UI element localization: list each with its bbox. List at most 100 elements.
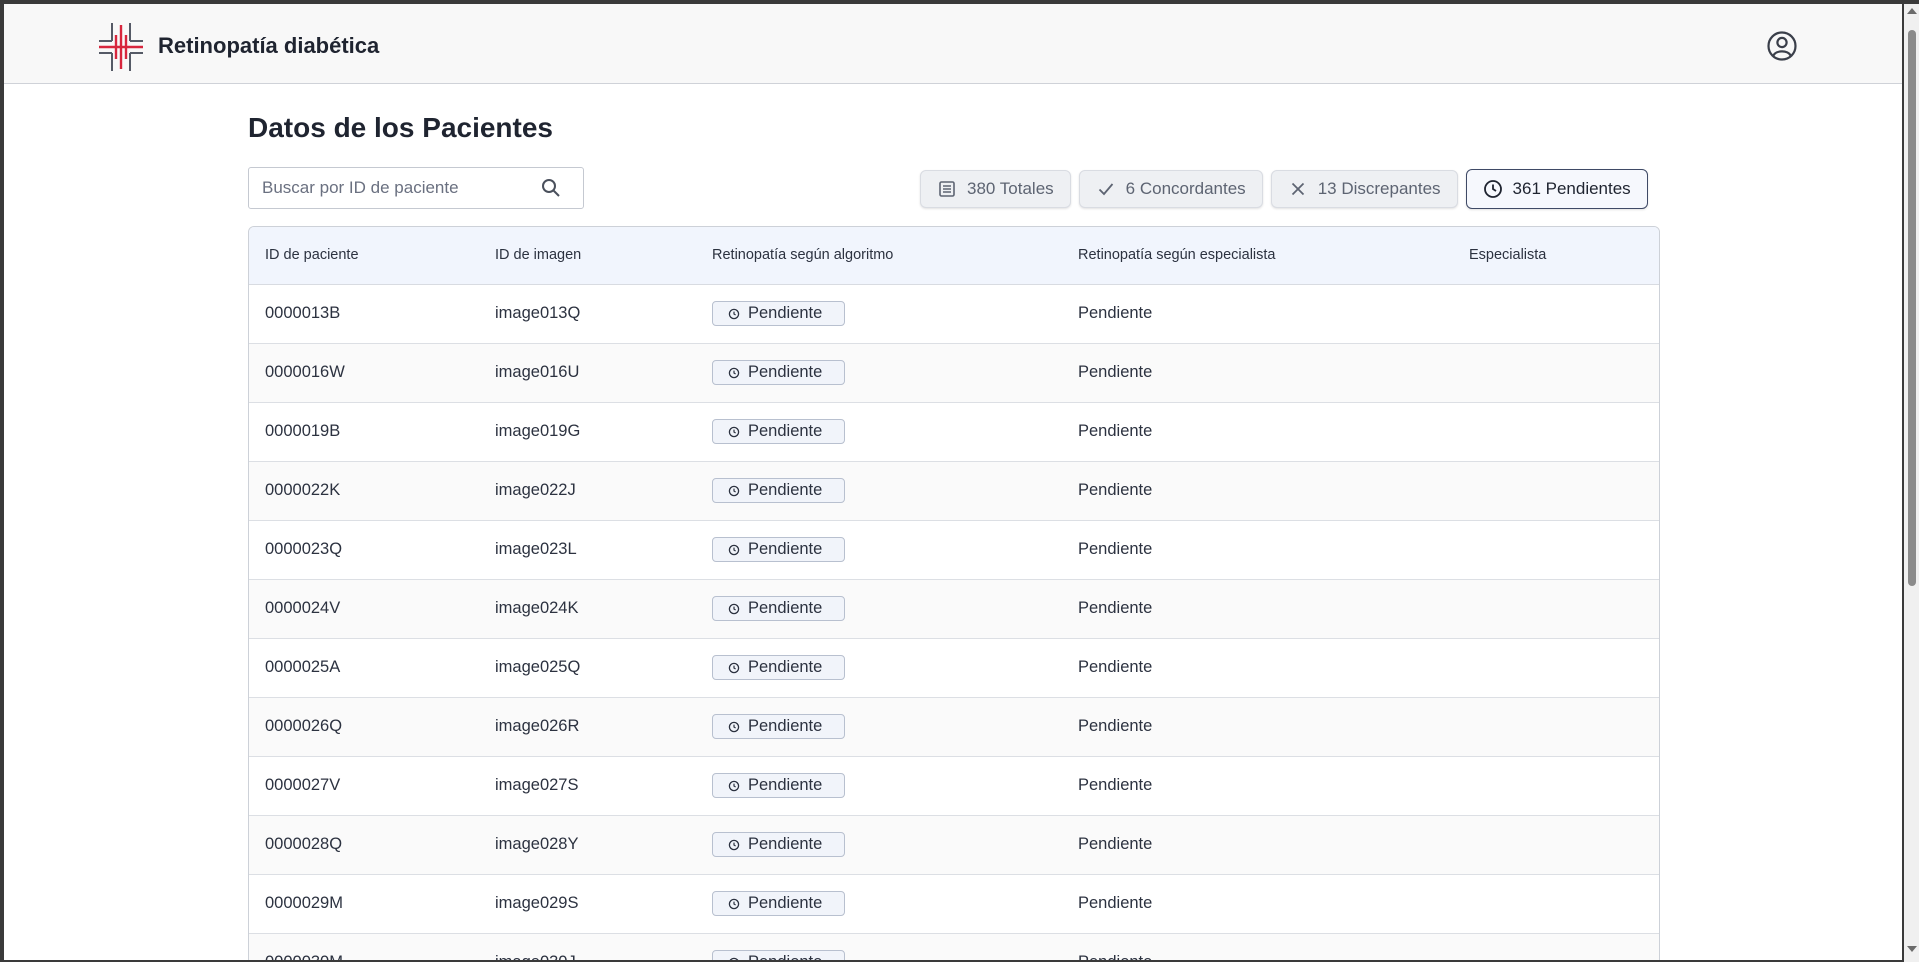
filter-pendientes-button[interactable]: 361 Pendientes bbox=[1465, 169, 1648, 209]
specialist-cell bbox=[1453, 343, 1659, 403]
table-row[interactable]: 0000013B image013Q Pendiente Pendiente bbox=[249, 284, 1659, 344]
table-row[interactable]: 0000024V image024K Pendiente Pendiente bbox=[249, 579, 1659, 639]
clock-icon bbox=[728, 426, 740, 437]
status-badge: Pendiente bbox=[712, 832, 845, 857]
specialist-cell bbox=[1453, 933, 1659, 960]
algorithm-cell: Pendiente bbox=[696, 638, 1062, 698]
scrollbar-thumb[interactable] bbox=[1908, 30, 1916, 586]
clock-icon bbox=[728, 603, 740, 614]
status-badge: Pendiente bbox=[712, 714, 845, 739]
specialist-result-cell: Pendiente bbox=[1062, 874, 1453, 934]
image-id-cell: image026R bbox=[479, 697, 696, 757]
clock-icon bbox=[729, 957, 739, 960]
image-id-cell: image023L bbox=[479, 520, 696, 580]
patient-id-cell: 0000027V bbox=[249, 756, 479, 816]
specialist-cell bbox=[1453, 815, 1659, 875]
table-row[interactable]: 0000028Q image028Y Pendiente Pendiente bbox=[249, 815, 1659, 875]
filter-totales-label: 380 Totales bbox=[967, 179, 1054, 198]
specialist-result-cell: Pendiente bbox=[1062, 284, 1453, 344]
app-window: Retinopatía diabética Datos de los Pacie… bbox=[4, 4, 1902, 960]
specialist-result-cell: Pendiente bbox=[1062, 343, 1453, 403]
patient-id-cell: 0000016W bbox=[249, 343, 479, 403]
algorithm-cell: Pendiente bbox=[696, 697, 1062, 757]
search-box bbox=[248, 167, 584, 209]
status-badge-label: Pendiente bbox=[748, 422, 823, 440]
column-header-patient-id[interactable]: ID de paciente bbox=[249, 227, 479, 285]
column-header-algorithm[interactable]: Retinopatía según algoritmo bbox=[696, 227, 1062, 285]
specialist-result-cell: Pendiente bbox=[1062, 461, 1453, 521]
patient-id-cell: 0000019B bbox=[249, 402, 479, 462]
patient-id-cell: 0000026Q bbox=[249, 697, 479, 757]
status-badge: Pendiente bbox=[712, 655, 845, 680]
status-badge: Pendiente bbox=[712, 596, 845, 621]
user-account-icon bbox=[1767, 31, 1797, 61]
column-header-specialist-result[interactable]: Retinopatía según especialista bbox=[1062, 227, 1453, 285]
filter-totales-button[interactable]: 380 Totales bbox=[920, 170, 1071, 208]
table-row[interactable]: 0000022K image022J Pendiente Pendiente bbox=[249, 461, 1659, 521]
patient-id-cell: 0000024V bbox=[249, 579, 479, 639]
image-id-cell: image030J bbox=[479, 933, 696, 960]
algorithm-cell: Pendiente bbox=[696, 343, 1062, 403]
specialist-result-cell: Pendiente bbox=[1062, 638, 1453, 698]
status-badge: Pendiente bbox=[712, 419, 845, 444]
status-badge: Pendiente bbox=[712, 950, 845, 960]
image-id-cell: image029S bbox=[479, 874, 696, 934]
specialist-cell bbox=[1453, 402, 1659, 462]
status-badge: Pendiente bbox=[712, 773, 845, 798]
patients-table: ID de paciente ID de imagen Retinopatía … bbox=[248, 226, 1660, 960]
table-row[interactable]: 0000025A image025Q Pendiente Pendiente bbox=[249, 638, 1659, 698]
page-scrollbar[interactable] bbox=[1904, 4, 1919, 962]
check-icon bbox=[1098, 183, 1113, 196]
status-badge-label: Pendiente bbox=[748, 363, 823, 381]
search-input[interactable] bbox=[249, 168, 539, 208]
app-title: Retinopatía diabética bbox=[158, 33, 380, 58]
specialist-cell bbox=[1453, 638, 1659, 698]
specialist-cell bbox=[1453, 520, 1659, 580]
algorithm-cell: Pendiente bbox=[696, 579, 1062, 639]
filter-concordantes-button[interactable]: 6 Concordantes bbox=[1078, 170, 1263, 208]
account-button[interactable] bbox=[1765, 29, 1799, 63]
page-title: Datos de los Pacientes bbox=[248, 112, 554, 143]
list-icon bbox=[939, 181, 955, 197]
image-id-cell: image024K bbox=[479, 579, 696, 639]
table-row[interactable]: 0000016W image016U Pendiente Pendiente bbox=[249, 343, 1659, 403]
table-row[interactable]: 0000029M image029S Pendiente Pendiente bbox=[249, 874, 1659, 934]
table-row[interactable]: 0000023Q image023L Pendiente Pendiente bbox=[249, 520, 1659, 580]
image-id-cell: image028Y bbox=[479, 815, 696, 875]
specialist-cell bbox=[1453, 697, 1659, 757]
specialist-cell bbox=[1453, 579, 1659, 639]
algorithm-cell: Pendiente bbox=[696, 874, 1062, 934]
status-badge: Pendiente bbox=[712, 301, 845, 326]
table-row[interactable]: 0000030Mimage030J Pendiente Pendiente bbox=[249, 933, 1659, 960]
clock-icon bbox=[728, 780, 740, 791]
status-badge: Pendiente bbox=[712, 891, 845, 916]
patient-id-cell: 0000025A bbox=[249, 638, 479, 698]
image-id-cell: image022J bbox=[479, 461, 696, 521]
image-id-cell: image019G bbox=[479, 402, 696, 462]
column-header-image-id[interactable]: ID de imagen bbox=[479, 227, 696, 285]
specialist-result-cell: Pendiente bbox=[1062, 933, 1453, 960]
table-row[interactable]: 0000019B image019G Pendiente Pendiente bbox=[249, 402, 1659, 462]
table-row[interactable]: 0000026Q image026R Pendiente Pendiente bbox=[249, 697, 1659, 757]
table-row[interactable]: 0000027V image027S Pendiente Pendiente bbox=[249, 756, 1659, 816]
filter-discrepantes-label: 13 Discrepantes bbox=[1317, 179, 1441, 198]
search-icon[interactable] bbox=[541, 178, 561, 198]
specialist-result-cell: Pendiente bbox=[1062, 402, 1453, 462]
algorithm-cell: Pendiente bbox=[696, 756, 1062, 816]
x-icon bbox=[1291, 182, 1304, 196]
patient-id-cell: 0000030M bbox=[249, 933, 479, 960]
clock-icon bbox=[728, 721, 740, 732]
patient-id-cell: 0000022K bbox=[249, 461, 479, 521]
image-id-cell: image013Q bbox=[479, 284, 696, 344]
top-bar: Retinopatía diabética bbox=[4, 4, 1902, 84]
patient-id-cell: 0000028Q bbox=[249, 815, 479, 875]
scroll-down-icon[interactable] bbox=[1907, 946, 1917, 952]
patient-id-cell: 0000029M bbox=[249, 874, 479, 934]
specialist-cell bbox=[1453, 874, 1659, 934]
scroll-up-icon[interactable] bbox=[1907, 8, 1917, 14]
filter-discrepantes-button[interactable]: 13 Discrepantes bbox=[1270, 170, 1458, 208]
status-badge-label: Pendiente bbox=[748, 953, 822, 960]
status-badge-label: Pendiente bbox=[748, 540, 823, 558]
status-badge: Pendiente bbox=[712, 478, 845, 503]
column-header-specialist[interactable]: Especialista bbox=[1453, 227, 1659, 285]
